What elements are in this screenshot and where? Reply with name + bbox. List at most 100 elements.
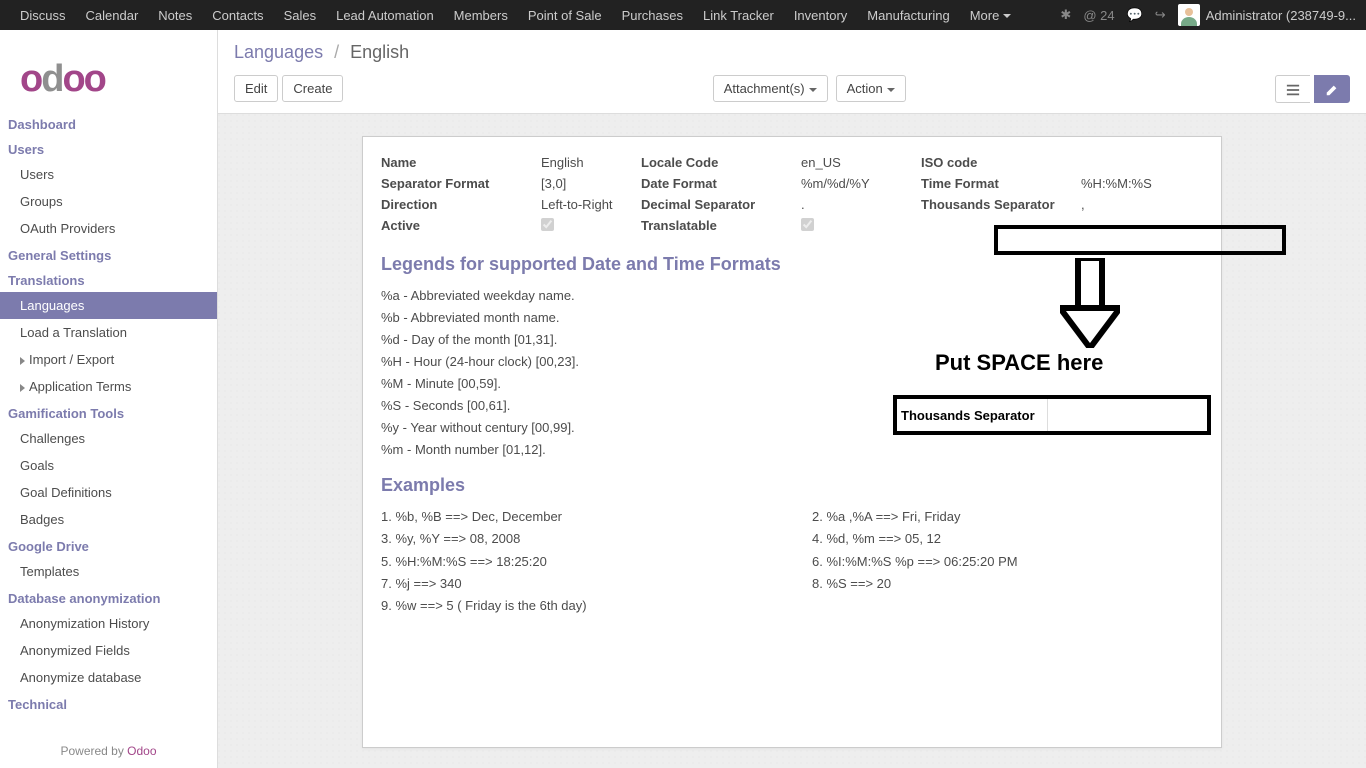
- form-view-button[interactable]: [1314, 75, 1350, 103]
- legend-item: %S - Seconds [00,61].: [381, 395, 1203, 417]
- sidebar-gdrive-section[interactable]: Google Drive: [0, 533, 217, 558]
- example-item: 4. %d, %m ==> 05, 12: [812, 528, 1203, 550]
- label-name: Name: [381, 155, 541, 170]
- label-decimal-sep: Decimal Separator: [641, 197, 801, 212]
- legends-heading: Legends for supported Date and Time Form…: [381, 254, 1203, 275]
- sidebar-item-anon-history[interactable]: Anonymization History: [0, 610, 217, 637]
- edit-button[interactable]: Edit: [234, 75, 278, 102]
- list-view-button[interactable]: [1275, 75, 1310, 103]
- toolbar: Edit Create Attachment(s) Action: [234, 75, 1350, 103]
- sidebar-item-groups[interactable]: Groups: [0, 188, 217, 215]
- topnav-lead-automation[interactable]: Lead Automation: [326, 1, 444, 30]
- breadcrumb-root[interactable]: Languages: [234, 42, 323, 62]
- value-separator-format: [3,0]: [541, 176, 641, 191]
- sidebar-item-oauth[interactable]: OAuth Providers: [0, 215, 217, 242]
- powered-by: Powered by Odoo: [0, 738, 217, 764]
- sidebar-users-section[interactable]: Users: [0, 136, 217, 161]
- examples-heading: Examples: [381, 475, 1203, 496]
- bug-icon[interactable]: ✱: [1060, 7, 1071, 23]
- example-item: 2. %a ,%A ==> Fri, Friday: [812, 506, 1203, 528]
- topnav-purchases[interactable]: Purchases: [612, 1, 693, 30]
- sidebar-item-import-export[interactable]: Import / Export: [0, 346, 217, 373]
- sidebar-item-users[interactable]: Users: [0, 161, 217, 188]
- create-button[interactable]: Create: [282, 75, 343, 102]
- label-separator-format: Separator Format: [381, 176, 541, 191]
- sidebar-item-badges[interactable]: Badges: [0, 506, 217, 533]
- sidebar-dashboard[interactable]: Dashboard: [0, 111, 217, 136]
- attachments-button[interactable]: Attachment(s): [713, 75, 828, 102]
- sidebar-gamification-section[interactable]: Gamification Tools: [0, 400, 217, 425]
- example-item: 8. %S ==> 20: [812, 573, 1203, 595]
- logout-icon[interactable]: ↪: [1155, 7, 1166, 23]
- value-thousands-sep: ,: [1081, 197, 1201, 212]
- example-item: 1. %b, %B ==> Dec, December: [381, 506, 772, 528]
- logo[interactable]: odoo: [0, 30, 217, 111]
- topnav-calendar[interactable]: Calendar: [76, 1, 149, 30]
- label-translatable: Translatable: [641, 218, 801, 234]
- topnav-link-tracker[interactable]: Link Tracker: [693, 1, 784, 30]
- form-sheet: Name English Locale Code en_US ISO code …: [362, 136, 1222, 748]
- value-decimal-sep: .: [801, 197, 921, 212]
- topnav-more[interactable]: More: [960, 1, 1022, 30]
- topnav-manufacturing[interactable]: Manufacturing: [857, 1, 959, 30]
- sidebar-item-challenges[interactable]: Challenges: [0, 425, 217, 452]
- legend-item: %y - Year without century [00,99].: [381, 417, 1203, 439]
- label-direction: Direction: [381, 197, 541, 212]
- label-time-format: Time Format: [921, 176, 1081, 191]
- value-translatable: [801, 218, 921, 234]
- examples-grid: 1. %b, %B ==> Dec, December 3. %y, %Y ==…: [381, 506, 1203, 616]
- topnav-discuss[interactable]: Discuss: [10, 1, 76, 30]
- topnav-sales[interactable]: Sales: [274, 1, 327, 30]
- breadcrumb-sep: /: [334, 42, 339, 62]
- breadcrumb: Languages / English: [234, 42, 1350, 63]
- legend-item: %d - Day of the month [01,31].: [381, 329, 1203, 351]
- sidebar-menu: Dashboard Users Users Groups OAuth Provi…: [0, 111, 217, 768]
- sidebar-technical-section[interactable]: Technical: [0, 691, 217, 716]
- chevron-down-icon: [1003, 14, 1011, 18]
- sidebar-item-anon-fields[interactable]: Anonymized Fields: [0, 637, 217, 664]
- content-scroll[interactable]: Name English Locale Code en_US ISO code …: [218, 114, 1366, 768]
- chevron-down-icon: [809, 88, 817, 92]
- odoo-link[interactable]: Odoo: [127, 744, 156, 758]
- value-active: [541, 218, 641, 234]
- chevron-right-icon: [20, 357, 25, 365]
- sidebar-item-application-terms[interactable]: Application Terms: [0, 373, 217, 400]
- topnav-left: Discuss Calendar Notes Contacts Sales Le…: [10, 1, 1060, 30]
- checkbox-active: [541, 218, 554, 231]
- examples-left: 1. %b, %B ==> Dec, December 3. %y, %Y ==…: [381, 506, 772, 616]
- value-name: English: [541, 155, 641, 170]
- topnav-point-of-sale[interactable]: Point of Sale: [518, 1, 612, 30]
- example-item: 3. %y, %Y ==> 08, 2008: [381, 528, 772, 550]
- label-thousands-sep: Thousands Separator: [921, 197, 1081, 212]
- value-direction: Left-to-Right: [541, 197, 641, 212]
- sidebar-item-templates[interactable]: Templates: [0, 558, 217, 585]
- topnav-inventory[interactable]: Inventory: [784, 1, 857, 30]
- example-item: 9. %w ==> 5 ( Friday is the 6th day): [381, 595, 772, 617]
- action-button[interactable]: Action: [836, 75, 906, 102]
- label-date-format: Date Format: [641, 176, 801, 191]
- legend-item: %a - Abbreviated weekday name.: [381, 285, 1203, 307]
- legend-item: %m - Month number [01,12].: [381, 439, 1203, 461]
- sidebar-general-settings[interactable]: General Settings: [0, 242, 217, 267]
- sidebar-item-goal-definitions[interactable]: Goal Definitions: [0, 479, 217, 506]
- chevron-right-icon: [20, 384, 25, 392]
- topnav-members[interactable]: Members: [444, 1, 518, 30]
- mail-count[interactable]: @ 24: [1083, 8, 1114, 23]
- chevron-down-icon: [887, 88, 895, 92]
- chat-icon[interactable]: 💬: [1127, 7, 1143, 23]
- example-item: 6. %I:%M:%S %p ==> 06:25:20 PM: [812, 551, 1203, 573]
- sidebar-anon-section[interactable]: Database anonymization: [0, 585, 217, 610]
- sidebar-item-languages[interactable]: Languages: [0, 292, 217, 319]
- checkbox-translatable: [801, 218, 814, 231]
- sidebar-item-anon-db[interactable]: Anonymize database: [0, 664, 217, 691]
- list-icon: [1286, 83, 1300, 97]
- avatar: [1178, 4, 1200, 26]
- sidebar-item-goals[interactable]: Goals: [0, 452, 217, 479]
- topnav-notes[interactable]: Notes: [148, 1, 202, 30]
- user-menu[interactable]: Administrator (238749-9...: [1178, 4, 1356, 26]
- form-icon: [1325, 83, 1339, 97]
- topnav-contacts[interactable]: Contacts: [202, 1, 273, 30]
- sidebar-translations-section[interactable]: Translations: [0, 267, 217, 292]
- sidebar-item-load-translation[interactable]: Load a Translation: [0, 319, 217, 346]
- value-date-format: %m/%d/%Y: [801, 176, 921, 191]
